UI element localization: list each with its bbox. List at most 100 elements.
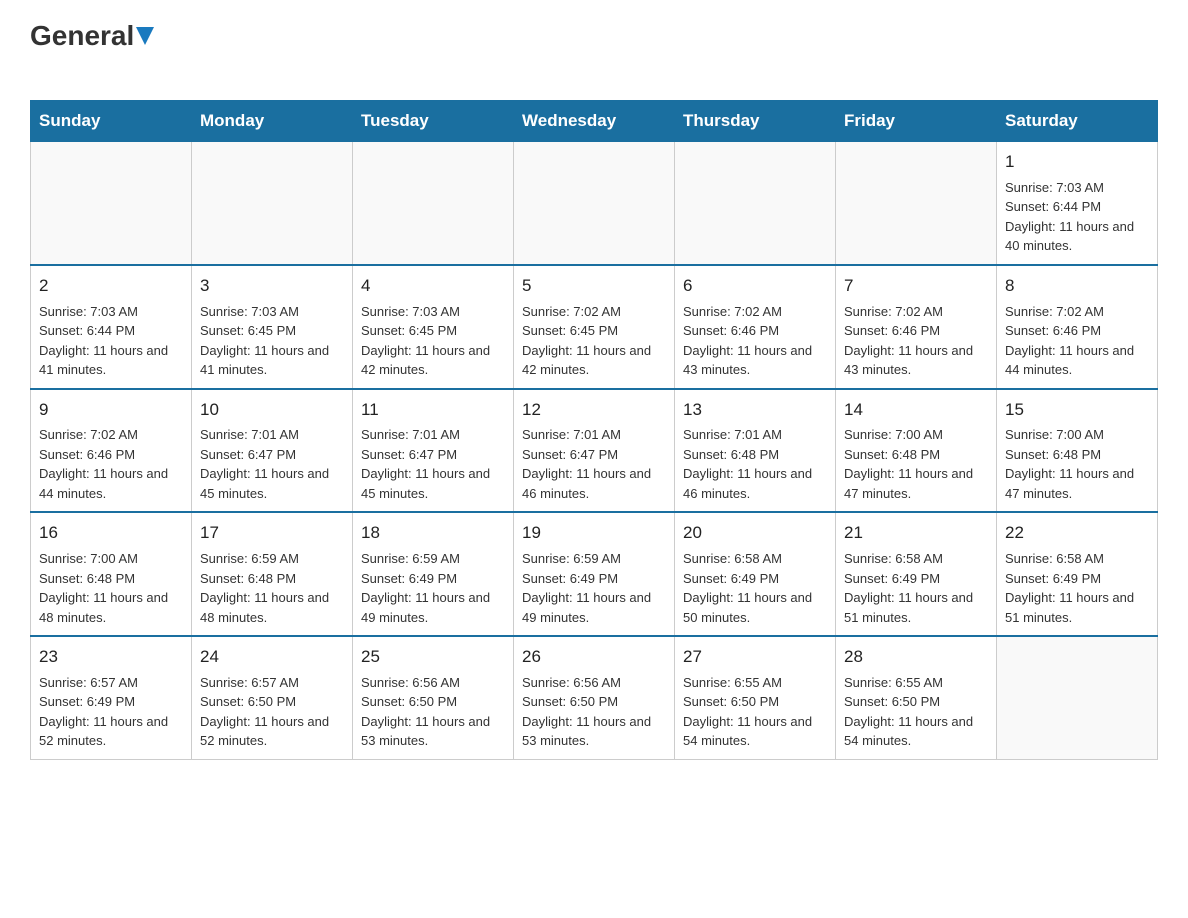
day-number: 20 [683, 521, 827, 545]
calendar-cell: 8 Sunrise: 7:02 AM Sunset: 6:46 PM Daylig… [997, 265, 1158, 389]
day-info: Sunrise: 7:00 AM Sunset: 6:48 PM Dayligh… [844, 425, 988, 503]
day-number: 19 [522, 521, 666, 545]
day-info: Sunrise: 6:57 AM Sunset: 6:50 PM Dayligh… [200, 673, 344, 751]
day-info: Sunrise: 7:02 AM Sunset: 6:46 PM Dayligh… [1005, 302, 1149, 380]
day-info: Sunrise: 7:02 AM Sunset: 6:46 PM Dayligh… [683, 302, 827, 380]
day-info: Sunrise: 7:01 AM Sunset: 6:47 PM Dayligh… [361, 425, 505, 503]
day-info: Sunrise: 7:03 AM Sunset: 6:44 PM Dayligh… [1005, 178, 1149, 256]
day-info: Sunrise: 6:58 AM Sunset: 6:49 PM Dayligh… [683, 549, 827, 627]
day-info: Sunrise: 6:57 AM Sunset: 6:49 PM Dayligh… [39, 673, 183, 751]
calendar-cell: 14 Sunrise: 7:00 AM Sunset: 6:48 PM Dayli… [836, 389, 997, 513]
calendar-week-2: 2 Sunrise: 7:03 AM Sunset: 6:44 PM Daylig… [31, 265, 1158, 389]
day-number: 6 [683, 274, 827, 298]
day-info: Sunrise: 6:55 AM Sunset: 6:50 PM Dayligh… [844, 673, 988, 751]
day-number: 16 [39, 521, 183, 545]
day-header-saturday: Saturday [997, 101, 1158, 142]
calendar-week-4: 16 Sunrise: 7:00 AM Sunset: 6:48 PM Dayli… [31, 512, 1158, 636]
calendar-week-1: 1 Sunrise: 7:03 AM Sunset: 6:44 PM Daylig… [31, 142, 1158, 265]
day-info: Sunrise: 6:56 AM Sunset: 6:50 PM Dayligh… [522, 673, 666, 751]
day-info: Sunrise: 7:02 AM Sunset: 6:46 PM Dayligh… [844, 302, 988, 380]
day-number: 18 [361, 521, 505, 545]
day-header-sunday: Sunday [31, 101, 192, 142]
day-header-tuesday: Tuesday [353, 101, 514, 142]
calendar-week-3: 9 Sunrise: 7:02 AM Sunset: 6:46 PM Daylig… [31, 389, 1158, 513]
calendar-cell: 25 Sunrise: 6:56 AM Sunset: 6:50 PM Dayli… [353, 636, 514, 759]
calendar-table: SundayMondayTuesdayWednesdayThursdayFrid… [30, 100, 1158, 760]
day-info: Sunrise: 7:02 AM Sunset: 6:45 PM Dayligh… [522, 302, 666, 380]
calendar-cell: 23 Sunrise: 6:57 AM Sunset: 6:49 PM Dayli… [31, 636, 192, 759]
calendar-cell [514, 142, 675, 265]
day-number: 17 [200, 521, 344, 545]
day-info: Sunrise: 7:03 AM Sunset: 6:45 PM Dayligh… [200, 302, 344, 380]
calendar-cell: 3Sunrise: 7:03 AM Sunset: 6:45 PM Daylig… [192, 265, 353, 389]
calendar-cell: 18Sunrise: 6:59 AM Sunset: 6:49 PM Dayli… [353, 512, 514, 636]
day-number: 11 [361, 398, 505, 422]
day-number: 13 [683, 398, 827, 422]
day-number: 24 [200, 645, 344, 669]
calendar-cell: 27 Sunrise: 6:55 AM Sunset: 6:50 PM Dayli… [675, 636, 836, 759]
day-number: 2 [39, 274, 183, 298]
calendar-cell: 19Sunrise: 6:59 AM Sunset: 6:49 PM Dayli… [514, 512, 675, 636]
day-number: 27 [683, 645, 827, 669]
day-info: Sunrise: 7:01 AM Sunset: 6:48 PM Dayligh… [683, 425, 827, 503]
day-info: Sunrise: 7:00 AM Sunset: 6:48 PM Dayligh… [1005, 425, 1149, 503]
day-info: Sunrise: 7:03 AM Sunset: 6:44 PM Dayligh… [39, 302, 183, 380]
day-header-thursday: Thursday [675, 101, 836, 142]
calendar-cell [836, 142, 997, 265]
calendar-cell: 6 Sunrise: 7:02 AM Sunset: 6:46 PM Daylig… [675, 265, 836, 389]
calendar-cell: 17 Sunrise: 6:59 AM Sunset: 6:48 PM Dayli… [192, 512, 353, 636]
calendar-cell [192, 142, 353, 265]
day-header-monday: Monday [192, 101, 353, 142]
day-number: 9 [39, 398, 183, 422]
calendar-cell: 15 Sunrise: 7:00 AM Sunset: 6:48 PM Dayli… [997, 389, 1158, 513]
day-number: 5 [522, 274, 666, 298]
day-number: 4 [361, 274, 505, 298]
logo: General [30, 20, 154, 84]
logo-general-text: General [30, 20, 134, 52]
day-number: 23 [39, 645, 183, 669]
day-info: Sunrise: 7:03 AM Sunset: 6:45 PM Dayligh… [361, 302, 505, 380]
calendar-cell: 13 Sunrise: 7:01 AM Sunset: 6:48 PM Dayli… [675, 389, 836, 513]
calendar-header-row: SundayMondayTuesdayWednesdayThursdayFrid… [31, 101, 1158, 142]
day-info: Sunrise: 6:59 AM Sunset: 6:48 PM Dayligh… [200, 549, 344, 627]
day-info: Sunrise: 6:58 AM Sunset: 6:49 PM Dayligh… [1005, 549, 1149, 627]
calendar-week-5: 23 Sunrise: 6:57 AM Sunset: 6:49 PM Dayli… [31, 636, 1158, 759]
day-number: 26 [522, 645, 666, 669]
calendar-cell: 7Sunrise: 7:02 AM Sunset: 6:46 PM Daylig… [836, 265, 997, 389]
day-number: 14 [844, 398, 988, 422]
calendar-cell [675, 142, 836, 265]
day-info: Sunrise: 7:01 AM Sunset: 6:47 PM Dayligh… [522, 425, 666, 503]
day-number: 12 [522, 398, 666, 422]
calendar-cell: 21 Sunrise: 6:58 AM Sunset: 6:49 PM Dayli… [836, 512, 997, 636]
day-number: 21 [844, 521, 988, 545]
calendar-cell: 5 Sunrise: 7:02 AM Sunset: 6:45 PM Daylig… [514, 265, 675, 389]
day-number: 1 [1005, 150, 1149, 174]
day-info: Sunrise: 6:56 AM Sunset: 6:50 PM Dayligh… [361, 673, 505, 751]
calendar-cell: 1 Sunrise: 7:03 AM Sunset: 6:44 PM Daylig… [997, 142, 1158, 265]
day-info: Sunrise: 7:00 AM Sunset: 6:48 PM Dayligh… [39, 549, 183, 627]
calendar-cell [31, 142, 192, 265]
calendar-cell [997, 636, 1158, 759]
day-number: 15 [1005, 398, 1149, 422]
calendar-cell: 24 Sunrise: 6:57 AM Sunset: 6:50 PM Dayli… [192, 636, 353, 759]
calendar-cell: 4 Sunrise: 7:03 AM Sunset: 6:45 PM Daylig… [353, 265, 514, 389]
calendar-cell: 2 Sunrise: 7:03 AM Sunset: 6:44 PM Daylig… [31, 265, 192, 389]
logo-triangle-icon [136, 27, 154, 45]
day-number: 8 [1005, 274, 1149, 298]
day-info: Sunrise: 7:02 AM Sunset: 6:46 PM Dayligh… [39, 425, 183, 503]
day-info: Sunrise: 6:58 AM Sunset: 6:49 PM Dayligh… [844, 549, 988, 627]
day-info: Sunrise: 6:55 AM Sunset: 6:50 PM Dayligh… [683, 673, 827, 751]
calendar-cell: 26 Sunrise: 6:56 AM Sunset: 6:50 PM Dayli… [514, 636, 675, 759]
calendar-cell: 10Sunrise: 7:01 AM Sunset: 6:47 PM Dayli… [192, 389, 353, 513]
calendar-cell: 16 Sunrise: 7:00 AM Sunset: 6:48 PM Dayli… [31, 512, 192, 636]
day-number: 10 [200, 398, 344, 422]
calendar-cell: 22 Sunrise: 6:58 AM Sunset: 6:49 PM Dayli… [997, 512, 1158, 636]
calendar-cell: 12 Sunrise: 7:01 AM Sunset: 6:47 PM Dayli… [514, 389, 675, 513]
calendar-cell [353, 142, 514, 265]
calendar-cell: 11 Sunrise: 7:01 AM Sunset: 6:47 PM Dayli… [353, 389, 514, 513]
day-number: 25 [361, 645, 505, 669]
day-header-friday: Friday [836, 101, 997, 142]
day-number: 22 [1005, 521, 1149, 545]
calendar-cell: 9 Sunrise: 7:02 AM Sunset: 6:46 PM Daylig… [31, 389, 192, 513]
day-number: 28 [844, 645, 988, 669]
